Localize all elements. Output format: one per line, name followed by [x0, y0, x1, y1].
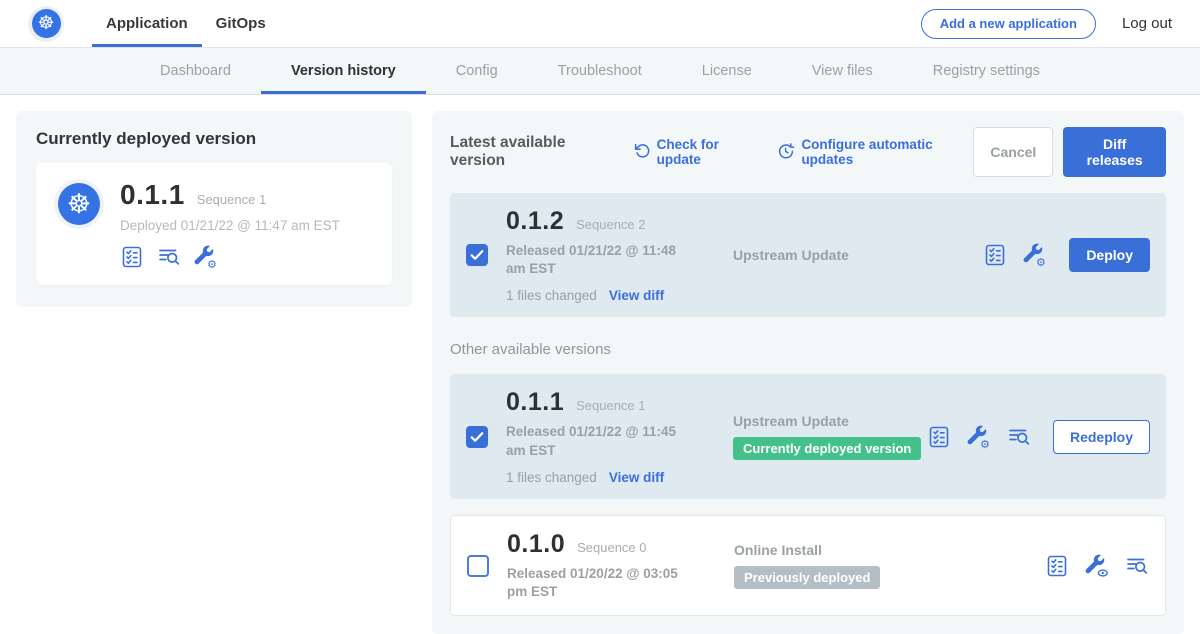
kubernetes-icon: ☸: [58, 183, 100, 225]
check-for-update-label: Check for update: [657, 137, 758, 167]
view-diff-link[interactable]: View diff: [609, 470, 664, 485]
tab-gitops[interactable]: GitOps: [202, 0, 280, 47]
tab-license[interactable]: License: [672, 48, 782, 94]
current-version-title: Currently deployed version: [36, 129, 392, 149]
preflight-checks-icon[interactable]: [927, 425, 951, 449]
sequence-label: Sequence 2: [576, 217, 645, 232]
main-content: Currently deployed version ☸ 0.1.1 Seque…: [0, 95, 1200, 634]
version-number: 0.1.2: [506, 207, 564, 236]
view-diff-link[interactable]: View diff: [609, 288, 664, 303]
files-changed-label: 1 files changed: [506, 288, 597, 303]
deploy-logs-icon[interactable]: [157, 245, 181, 269]
top-nav: ☸ Application GitOps Add a new applicati…: [0, 0, 1200, 48]
tab-view-files[interactable]: View files: [782, 48, 903, 94]
config-icon[interactable]: [967, 425, 991, 449]
preflight-checks-icon[interactable]: [1045, 554, 1069, 578]
app-tabs: Application GitOps: [92, 0, 280, 47]
tab-dashboard[interactable]: Dashboard: [130, 48, 261, 94]
version-row-0-1-1: 0.1.1 Sequence 1 Released 01/21/22 @ 11:…: [450, 374, 1166, 498]
cancel-button[interactable]: Cancel: [973, 127, 1053, 177]
tab-gitops-label: GitOps: [216, 15, 266, 32]
tab-troubleshoot[interactable]: Troubleshoot: [528, 48, 672, 94]
deploy-logs-icon[interactable]: [1007, 425, 1031, 449]
diff-releases-button[interactable]: Diff releases: [1063, 127, 1166, 177]
files-changed-label: 1 files changed: [506, 470, 597, 485]
version-checkbox[interactable]: [466, 244, 488, 266]
latest-version-title: Latest available version: [450, 134, 613, 170]
deploy-button[interactable]: Deploy: [1069, 238, 1150, 272]
preflight-checks-icon[interactable]: [120, 245, 144, 269]
sequence-label: Sequence 0: [577, 540, 646, 555]
tab-application-label: Application: [106, 15, 188, 32]
other-versions-label: Other available versions: [450, 341, 1166, 358]
configure-auto-updates-link[interactable]: Configure automatic updates: [777, 137, 973, 167]
tab-version-history[interactable]: Version history: [261, 48, 426, 94]
version-number: 0.1.0: [507, 530, 565, 559]
tab-application[interactable]: Application: [92, 0, 202, 47]
auto-update-icon: [777, 142, 795, 163]
view-config-icon[interactable]: [1085, 554, 1109, 578]
released-timestamp: Released 01/20/22 @ 03:05 pm EST: [507, 565, 697, 601]
preflight-checks-icon[interactable]: [983, 243, 1007, 267]
version-checkbox[interactable]: [467, 555, 489, 577]
app-icon-ring: ☸: [54, 179, 104, 229]
version-source: Upstream Update: [733, 247, 983, 263]
check-for-update-link[interactable]: Check for update: [633, 137, 758, 167]
tab-config[interactable]: Config: [426, 48, 528, 94]
kubernetes-icon: ☸: [32, 9, 61, 38]
refresh-icon: [633, 142, 651, 163]
current-version-panel: Currently deployed version ☸ 0.1.1 Seque…: [16, 111, 412, 307]
released-timestamp: Released 01/21/22 @ 11:48 am EST: [506, 242, 696, 278]
current-version-number: 0.1.1: [120, 179, 185, 211]
sequence-label: Sequence 1: [576, 398, 645, 413]
app-logo: ☸: [28, 6, 64, 42]
version-row-0-1-0: 0.1.0 Sequence 0 Released 01/20/22 @ 03:…: [450, 515, 1166, 616]
tab-registry-settings[interactable]: Registry settings: [903, 48, 1070, 94]
version-row-0-1-2: 0.1.2 Sequence 2 Released 01/21/22 @ 11:…: [450, 193, 1166, 317]
deploy-logs-icon[interactable]: [1125, 554, 1149, 578]
version-checkbox[interactable]: [466, 426, 488, 448]
redeploy-button[interactable]: Redeploy: [1053, 420, 1150, 454]
deployed-timestamp: Deployed 01/21/22 @ 11:47 am EST: [120, 218, 340, 233]
currently-deployed-badge: Currently deployed version: [733, 437, 921, 460]
current-version-card: ☸ 0.1.1 Sequence 1 Deployed 01/21/22 @ 1…: [36, 163, 392, 285]
version-number: 0.1.1: [506, 388, 564, 417]
logout-button[interactable]: Log out: [1122, 15, 1172, 32]
config-icon[interactable]: [1023, 243, 1047, 267]
previously-deployed-badge: Previously deployed: [734, 566, 880, 589]
available-versions-panel: Latest available version Check for updat…: [432, 111, 1184, 634]
sub-nav: Dashboard Version history Config Trouble…: [0, 48, 1200, 95]
version-source: Online Install: [734, 542, 1045, 558]
config-icon[interactable]: [194, 245, 218, 269]
released-timestamp: Released 01/21/22 @ 11:45 am EST: [506, 423, 696, 459]
configure-auto-updates-label: Configure automatic updates: [801, 137, 973, 167]
add-application-button[interactable]: Add a new application: [921, 9, 1096, 39]
version-source: Upstream Update: [733, 413, 927, 429]
current-sequence-label: Sequence 1: [197, 192, 266, 207]
